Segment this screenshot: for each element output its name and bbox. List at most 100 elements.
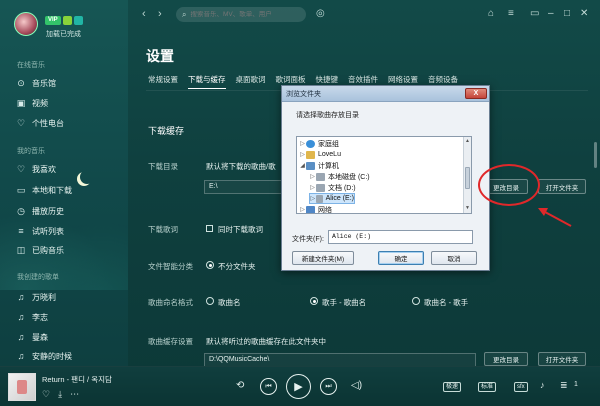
created-playlists-title: 我创建的歌单 <box>17 274 59 281</box>
lyrics-icon[interactable]: ♪ <box>540 380 545 390</box>
listen-recognize-icon[interactable]: ◎ <box>316 8 325 19</box>
sidebar-item-label: 视频 <box>32 98 48 108</box>
more-icon[interactable]: ⋯ <box>70 389 79 400</box>
search-box[interactable]: ⌕ <box>176 7 306 22</box>
level-badge[interactable] <box>62 16 73 25</box>
sidebar-item-playlist-3[interactable]: ♫ 曼森 <box>16 330 126 344</box>
naming-label: 歌曲命名格式 <box>148 298 193 307</box>
playlist-queue-icon[interactable]: ≣ <box>560 380 568 391</box>
volume-icon[interactable]: ◁) <box>351 380 362 391</box>
sound-effect-pill[interactable]: sfx <box>514 382 528 392</box>
tree-item-label: Alice (E:) <box>325 195 354 202</box>
cache-dir-field[interactable]: D:\QQMusicCache\ <box>204 353 476 366</box>
song-title[interactable]: Return - 팬디 / 옥지담 <box>42 374 112 385</box>
tree-item-computer[interactable]: ◢ 计算机 <box>299 160 463 171</box>
download-lyrics-checkbox[interactable] <box>206 225 213 232</box>
sidebar-item-music-hall[interactable]: ⊙ 音乐馆 <box>16 76 126 90</box>
quality-pill[interactable]: 极速 <box>443 382 462 392</box>
dialog-titlebar[interactable]: 浏览文件夹 X <box>282 86 489 102</box>
tree-item-lovelu[interactable]: ▷ LoveLu <box>299 149 463 160</box>
folder-field-label: 文件夹(F): <box>292 236 324 243</box>
download-dir-field[interactable]: E:\ <box>204 180 284 194</box>
album-cover[interactable] <box>8 373 36 401</box>
expand-icon[interactable]: ▷ <box>299 206 306 213</box>
sidebar-item-label: 播放历史 <box>32 206 64 216</box>
avatar[interactable] <box>14 12 38 36</box>
drive-icon <box>316 183 325 192</box>
download-lyrics-label: 下载歌词 <box>148 225 178 234</box>
ok-button[interactable]: 确定 <box>378 251 424 265</box>
sidebar-item-radio[interactable]: ♡ 个性电台 <box>16 116 126 130</box>
computer-icon: ▭ <box>16 184 26 195</box>
dialog-close-button[interactable]: X <box>465 88 487 99</box>
menu-icon[interactable]: ≡ <box>508 8 514 19</box>
app-window: VIP 加载已完成 在线音乐 ⊙ 音乐馆 ▣ 视频 ♡ 个性电台 我的音乐 ♡ … <box>0 0 600 406</box>
scroll-down-icon[interactable]: ▼ <box>465 205 470 211</box>
close-icon[interactable]: ✕ <box>580 8 588 19</box>
sidebar-item-trial-list[interactable]: ≡ 试听列表 <box>16 224 126 238</box>
cache-open-folder-button[interactable]: 打开文件夹 <box>538 352 586 366</box>
previous-button[interactable]: ⏮ <box>260 378 277 395</box>
next-button[interactable]: ⏭ <box>320 378 337 395</box>
sidebar-item-history[interactable]: ◷ 播放历史 <box>16 204 126 218</box>
mini-mode-icon[interactable]: ▭ <box>530 8 539 19</box>
naming-radio-3[interactable] <box>412 297 420 305</box>
sidebar-item-video[interactable]: ▣ 视频 <box>16 96 126 110</box>
sidebar-item-playlist-1[interactable]: ♫ 万晓利 <box>16 290 126 304</box>
folder-field[interactable]: Alice (E:) <box>328 230 473 244</box>
tree-item-drive-c[interactable]: ▷ 本地磁盘 (C:) <box>309 171 463 182</box>
music-hall-icon: ⊙ <box>17 77 25 88</box>
tab-desktop-lyrics[interactable]: 桌面歌词 <box>236 74 266 89</box>
tree-item-homegroup[interactable]: ▷ 家庭组 <box>299 138 463 149</box>
minimize-icon[interactable]: – <box>548 8 554 19</box>
dialog-prompt: 请选择歌曲存放目录 <box>296 112 359 119</box>
tree-scrollbar[interactable]: ▲ ▼ <box>463 137 471 213</box>
sidebar: VIP 加载已完成 在线音乐 ⊙ 音乐馆 ▣ 视频 ♡ 个性电台 我的音乐 ♡ … <box>0 0 128 366</box>
download-icon[interactable]: ⤓ <box>58 389 62 400</box>
maximize-icon[interactable]: □ <box>564 8 570 19</box>
collapse-icon[interactable]: ◢ <box>299 162 306 169</box>
section-title: 下载缓存 <box>148 126 185 136</box>
skin-icon[interactable]: ⌂ <box>488 8 494 19</box>
tree-item-drive-d[interactable]: ▷ 文档 (D:) <box>309 182 463 193</box>
new-folder-button[interactable]: 新建文件夹(M) <box>292 251 354 265</box>
expand-icon[interactable]: ▷ <box>309 173 316 180</box>
cache-change-dir-button[interactable]: 更改目录 <box>484 352 528 366</box>
naming-radio-2[interactable] <box>310 297 318 305</box>
bag-icon: ◫ <box>16 244 26 255</box>
expand-icon[interactable]: ▷ <box>299 151 306 158</box>
tree-scroll-thumb[interactable] <box>465 167 470 189</box>
vip-badge[interactable]: VIP <box>45 16 61 25</box>
loop-icon[interactable]: ⟲ <box>236 380 244 391</box>
sidebar-item-playlist-2[interactable]: ♫ 李志 <box>16 310 126 324</box>
heart-icon: ♡ <box>16 163 26 174</box>
open-folder-button[interactable]: 打开文件夹 <box>538 179 586 194</box>
content-scrollbar[interactable] <box>594 142 597 168</box>
sidebar-item-favorites[interactable]: ♡ 我喜欢 <box>16 162 126 176</box>
classify-radio[interactable] <box>206 261 214 269</box>
cancel-button[interactable]: 取消 <box>431 251 477 265</box>
scroll-up-icon[interactable]: ▲ <box>465 138 470 144</box>
member-badge[interactable] <box>74 16 84 25</box>
tree-item-drive-e[interactable]: ▷ Alice (E:) <box>309 193 355 204</box>
homegroup-icon <box>306 139 315 148</box>
standard-pill[interactable]: 标准 <box>478 382 497 392</box>
expand-icon[interactable]: ▷ <box>310 195 316 202</box>
sidebar-item-local-download[interactable]: ▭ 本地和下载 <box>16 183 126 197</box>
sidebar-item-purchased[interactable]: ◫ 已购音乐 <box>16 243 126 257</box>
search-input[interactable] <box>190 11 301 18</box>
forward-arrow-icon[interactable]: › <box>158 8 162 20</box>
back-arrow-icon[interactable]: ‹ <box>142 8 146 20</box>
network-icon <box>306 205 315 213</box>
sidebar-item-playlist-4[interactable]: ♫ 安静的时候 <box>16 349 126 363</box>
folder-tree[interactable]: ▷ 家庭组 ▷ LoveLu ◢ 计算机 ▷ 本地磁盘 (C:) ▷ 文档 (D… <box>296 136 472 214</box>
tab-download-cache[interactable]: 下载与缓存 <box>188 74 226 89</box>
play-button[interactable]: ▶ <box>286 374 311 399</box>
like-icon[interactable]: ♡ <box>42 389 50 400</box>
top-bar: ‹ › ⌕ ◎ ⌂ ≡ ▭ – □ ✕ <box>128 0 600 30</box>
expand-icon[interactable]: ▷ <box>299 140 306 147</box>
tree-item-network[interactable]: ▷ 网络 <box>299 204 463 213</box>
naming-radio-1[interactable] <box>206 297 214 305</box>
expand-icon[interactable]: ▷ <box>309 184 316 191</box>
tab-general[interactable]: 常规设置 <box>148 74 178 89</box>
